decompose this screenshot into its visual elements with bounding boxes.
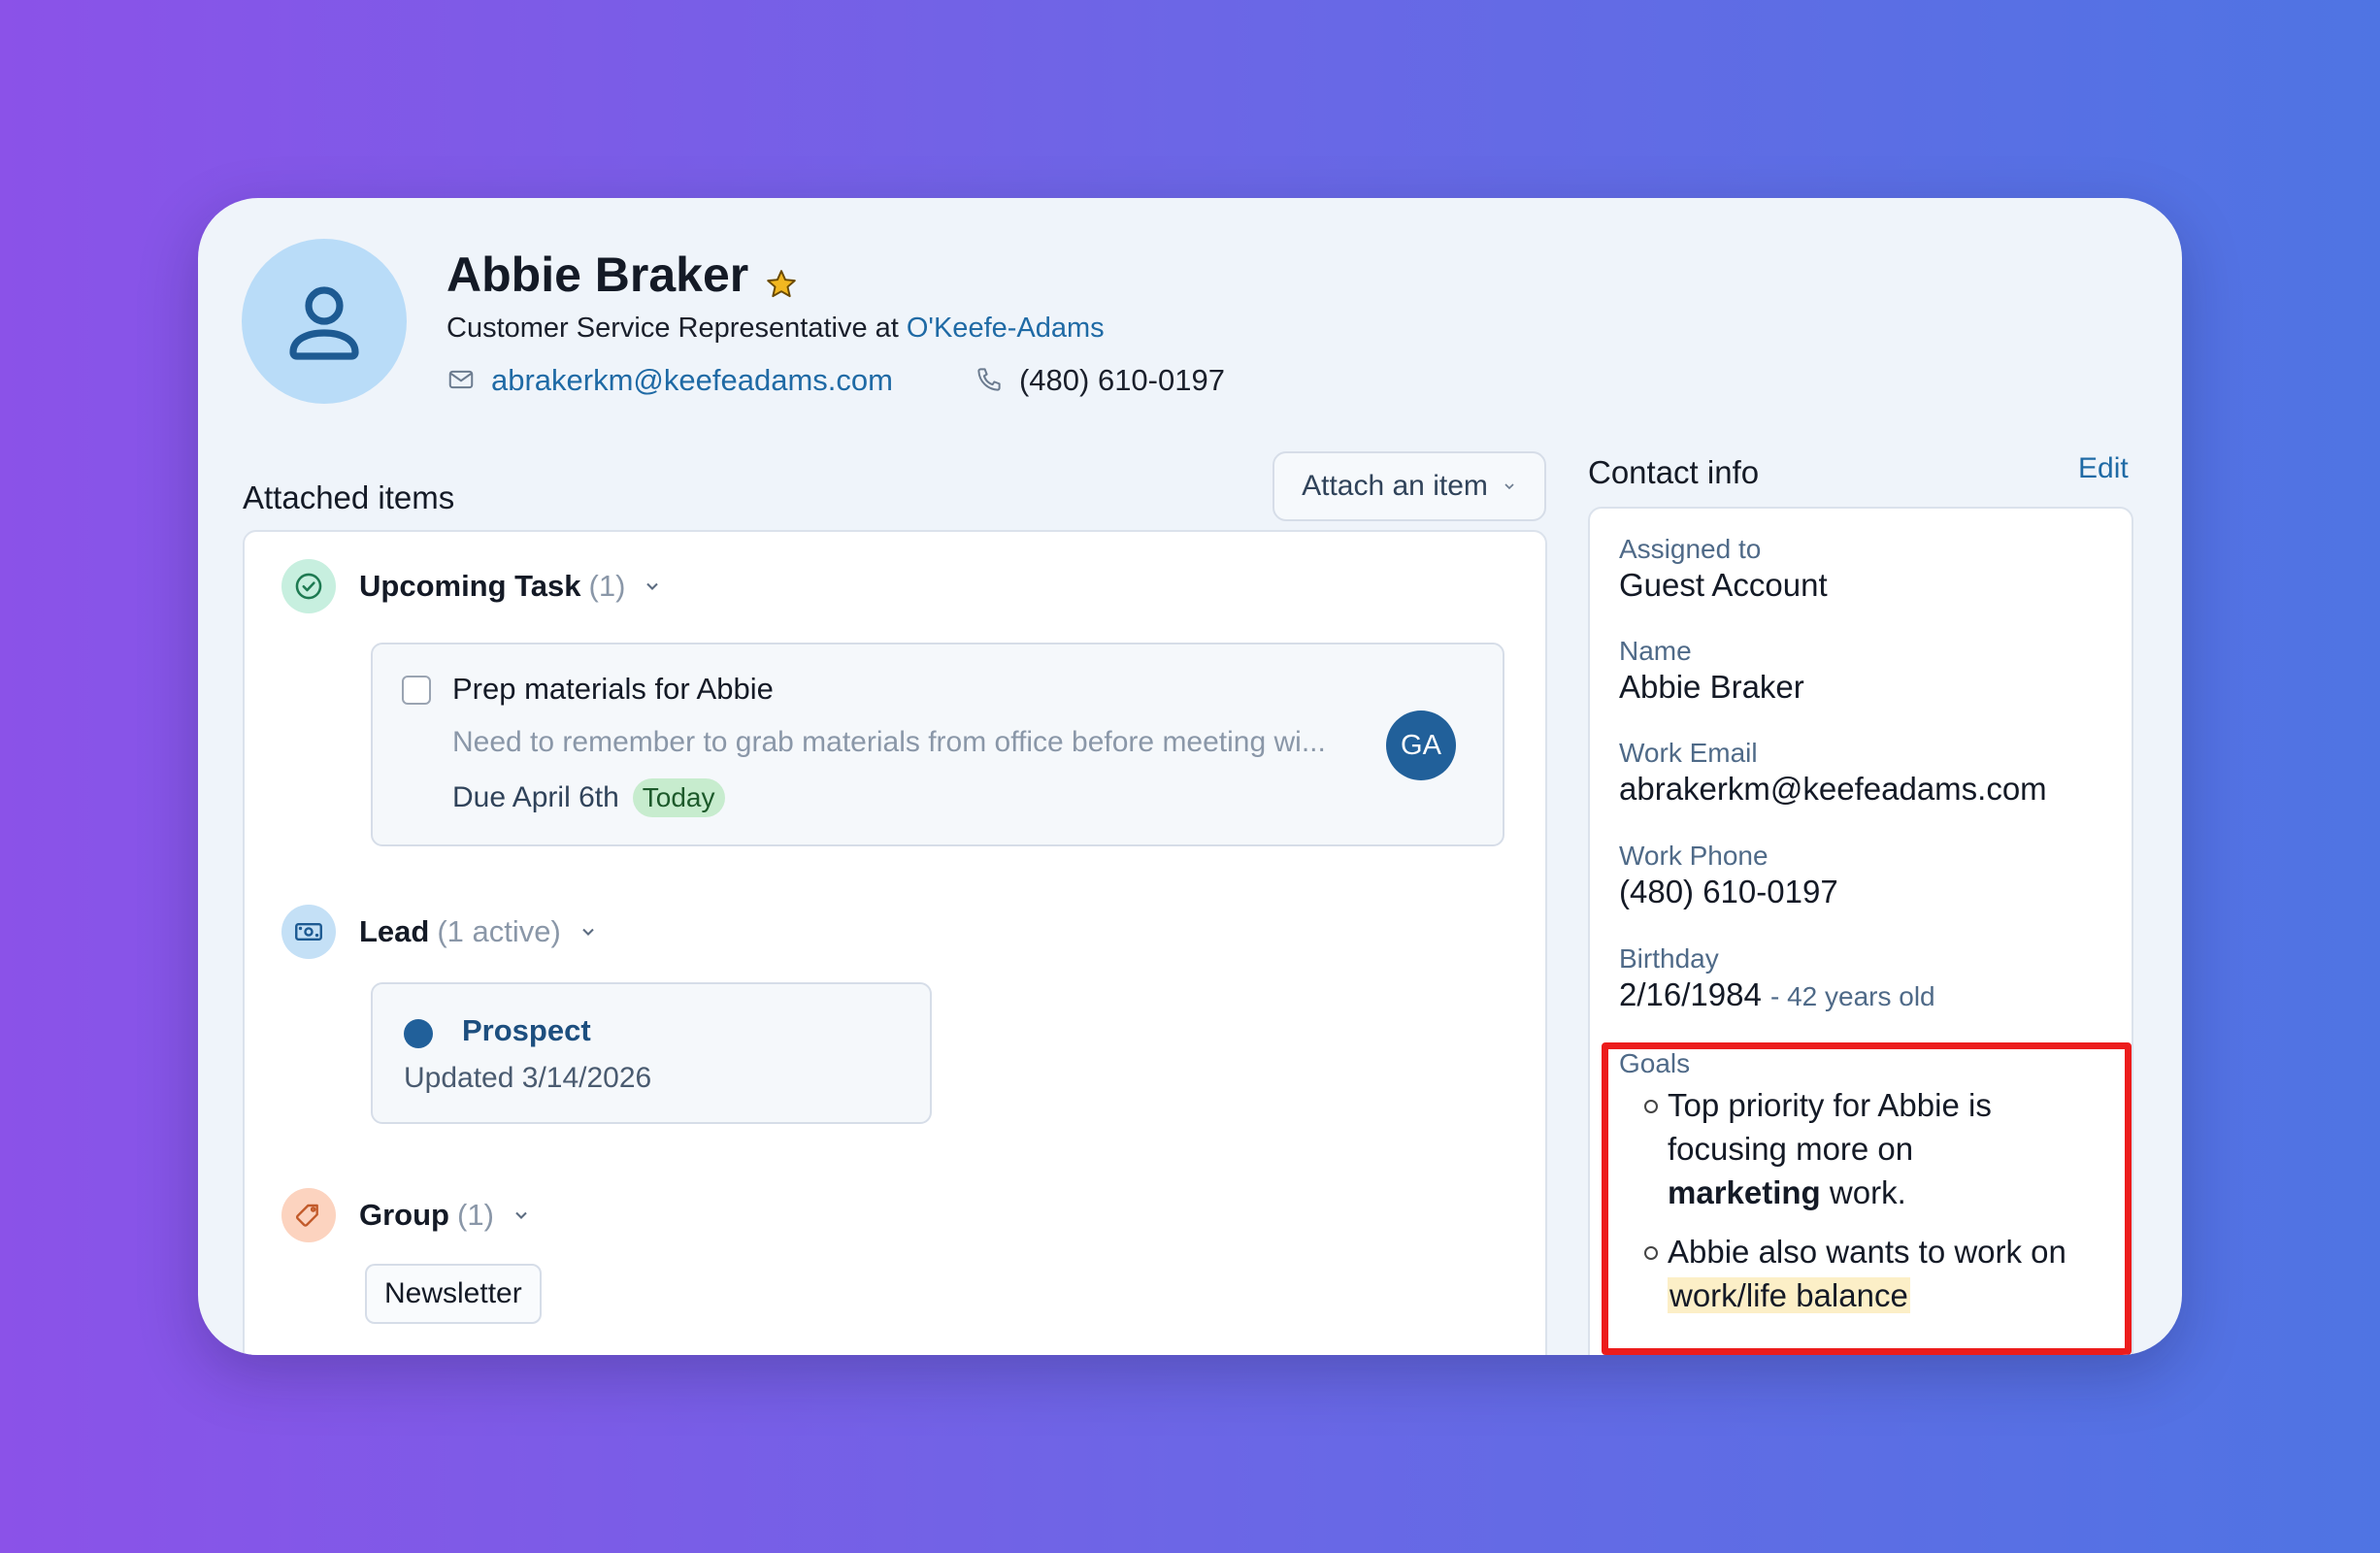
name-label: Name bbox=[1619, 636, 1692, 666]
lead-section-count: (1 active) bbox=[437, 914, 561, 948]
task-title: Prep materials for Abbie bbox=[452, 672, 774, 706]
chevron-down-icon bbox=[578, 922, 598, 942]
header-contact-row: abrakerkm@keefeadams.com (480) 610-0197 bbox=[446, 363, 1225, 398]
header-email-link[interactable]: abrakerkm@keefeadams.com bbox=[491, 363, 893, 398]
contact-info-title: Contact info bbox=[1588, 454, 1760, 490]
lead-card[interactable]: Prospect Updated 3/14/2026 bbox=[371, 982, 932, 1124]
email-label: Work Email bbox=[1619, 738, 1758, 768]
chevron-down-icon bbox=[512, 1206, 531, 1225]
birthday-age: - 42 years old bbox=[1769, 981, 1935, 1011]
task-due-row: Due April 6th Today bbox=[452, 778, 725, 817]
edit-link[interactable]: Edit bbox=[2078, 452, 2129, 485]
group-section-count: (1) bbox=[457, 1198, 494, 1232]
user-icon bbox=[289, 286, 359, 360]
assignee-avatar[interactable]: GA bbox=[1386, 710, 1456, 780]
birthday-row: 2/16/1984 - 42 years old bbox=[1619, 976, 1935, 1013]
goals-highlight-box bbox=[1602, 1042, 2132, 1355]
phone-field: Work Phone (480) 610-0197 bbox=[1619, 841, 1838, 910]
header-phone-text[interactable]: (480) 610-0197 bbox=[1019, 363, 1225, 398]
task-section-header[interactable]: Upcoming Task (1) bbox=[281, 559, 662, 613]
assigned-field: Assigned to Guest Account bbox=[1619, 534, 1828, 604]
attach-item-button[interactable]: Attach an item bbox=[1273, 451, 1546, 521]
avatar bbox=[242, 239, 407, 404]
contact-card: Abbie Braker Customer Service Representa… bbox=[198, 198, 2182, 1355]
task-description: Need to remember to grab materials from … bbox=[452, 726, 1326, 758]
chevron-down-icon bbox=[1504, 483, 1514, 490]
name-field: Name Abbie Braker bbox=[1619, 636, 1804, 706]
birthday-label: Birthday bbox=[1619, 943, 1719, 974]
header-phone: (480) 610-0197 bbox=[975, 363, 1225, 398]
phone-label: Work Phone bbox=[1619, 841, 1768, 871]
lead-updated: Updated 3/14/2026 bbox=[404, 1062, 652, 1094]
tag-icon bbox=[281, 1188, 336, 1242]
birthday-field: Birthday 2/16/1984 - 42 years old bbox=[1619, 943, 1935, 1013]
contact-name: Abbie Braker bbox=[446, 248, 749, 302]
job-title-text: Customer Service Representative at bbox=[446, 313, 899, 344]
group-section-label: Group bbox=[359, 1198, 449, 1232]
mail-icon bbox=[446, 365, 478, 396]
lead-status-dot bbox=[404, 1019, 433, 1048]
task-section-label: Upcoming Task bbox=[359, 569, 581, 603]
star-icon[interactable] bbox=[764, 257, 799, 298]
group-section-header[interactable]: Group (1) bbox=[281, 1188, 531, 1242]
lead-section-header[interactable]: Lead (1 active) bbox=[281, 905, 598, 959]
task-due-date: Due April 6th bbox=[452, 781, 619, 813]
email-value: abrakerkm@keefeadams.com bbox=[1619, 771, 2047, 807]
chevron-down-icon bbox=[643, 577, 662, 596]
group-chip[interactable]: Newsletter bbox=[365, 1264, 542, 1324]
contact-name-row: Abbie Braker bbox=[446, 247, 799, 303]
assigned-label: Assigned to bbox=[1619, 534, 1762, 564]
name-value: Abbie Braker bbox=[1619, 669, 1804, 705]
attach-item-label: Attach an item bbox=[1302, 470, 1488, 502]
money-icon bbox=[281, 905, 336, 959]
task-checkbox[interactable] bbox=[402, 676, 431, 705]
phone-icon bbox=[975, 365, 1006, 396]
task-card[interactable]: Prep materials for Abbie Need to remembe… bbox=[371, 643, 1504, 846]
email-field: Work Email abrakerkm@keefeadams.com bbox=[1619, 738, 2047, 808]
phone-value: (480) 610-0197 bbox=[1619, 874, 1838, 909]
today-badge: Today bbox=[632, 778, 725, 817]
company-link[interactable]: O'Keefe-Adams bbox=[907, 313, 1105, 344]
job-title: Customer Service Representative at O'Kee… bbox=[446, 313, 1105, 345]
check-circle-icon bbox=[281, 559, 336, 613]
task-section-count: (1) bbox=[588, 569, 626, 603]
lead-stage: Prospect bbox=[462, 1013, 591, 1047]
attached-items-panel: Upcoming Task (1) Prep materials for Abb… bbox=[243, 530, 1547, 1355]
assigned-value: Guest Account bbox=[1619, 567, 1828, 603]
lead-section-label: Lead bbox=[359, 914, 430, 948]
attached-items-title: Attached items bbox=[243, 479, 455, 515]
birthday-value: 2/16/1984 bbox=[1619, 976, 1762, 1012]
